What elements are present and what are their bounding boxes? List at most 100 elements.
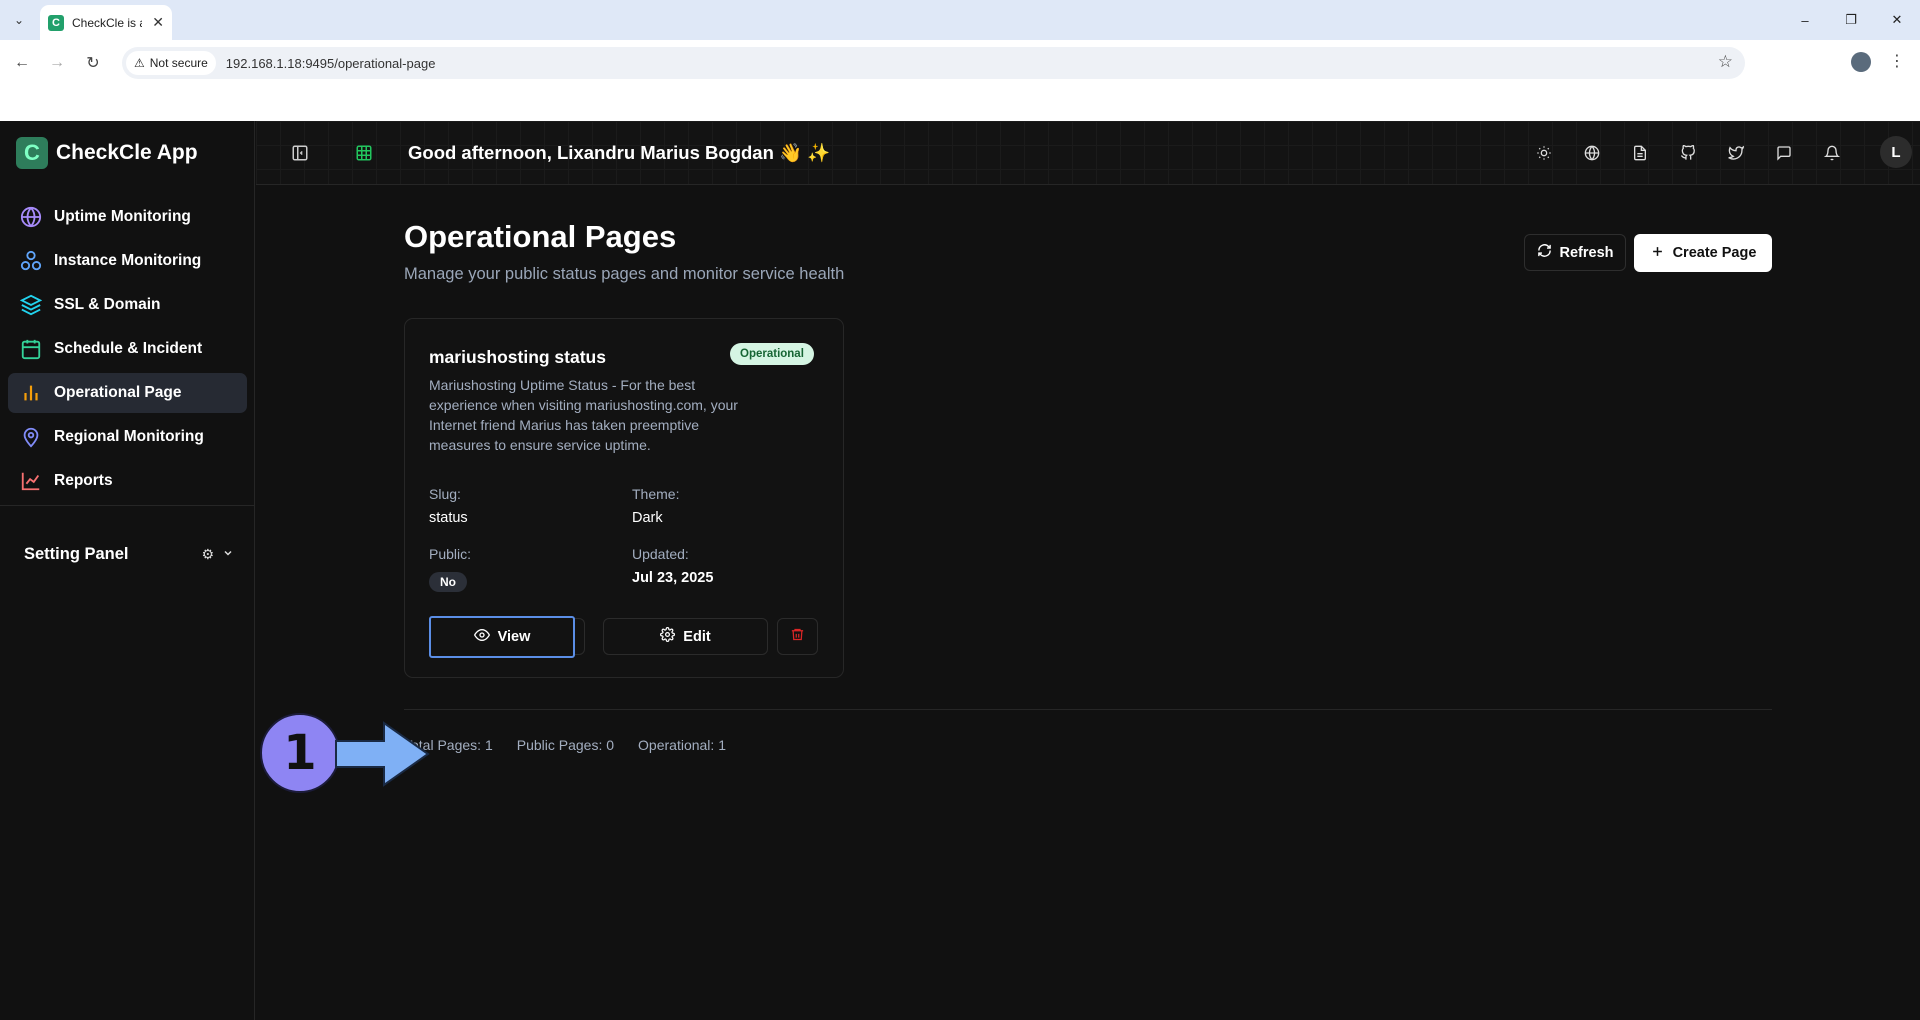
sidebar-item-operational-page[interactable]: Operational Page <box>8 373 247 413</box>
warning-icon: ⚠ <box>134 56 145 70</box>
browser-blank-strip <box>0 86 1920 121</box>
view-button[interactable]: View <box>429 616 575 658</box>
reload-icon[interactable]: ↻ <box>81 51 105 75</box>
card-title: mariushosting status <box>429 347 606 367</box>
tab-title: CheckCle is a <box>72 15 142 30</box>
language-globe-icon[interactable] <box>1577 138 1607 168</box>
line-chart-icon <box>20 470 42 492</box>
github-icon[interactable] <box>1673 138 1703 168</box>
map-pin-icon <box>20 426 42 448</box>
browser-tab[interactable]: C CheckCle is a ✕ <box>40 5 172 40</box>
updated-value: Jul 23, 2025 <box>632 570 714 586</box>
card-description: Mariushosting Uptime Status - For the be… <box>429 377 738 453</box>
edit-button[interactable]: Edit <box>603 618 768 655</box>
sidebar-item-label: Schedule & Incident <box>54 340 203 357</box>
sidebar-item-label: Reports <box>54 472 113 489</box>
url-text: 192.168.1.18:9495/operational-page <box>225 55 436 71</box>
sidebar-toggle-icon[interactable] <box>288 141 312 165</box>
create-page-label: Create Page <box>1672 245 1757 261</box>
bar-chart-icon <box>20 382 42 404</box>
setting-panel-icons: ⚙ <box>201 546 234 563</box>
stats-summary: Total Pages: 1 Public Pages: 0 Operation… <box>404 737 726 753</box>
trash-icon <box>790 627 805 647</box>
layers-icon <box>20 294 42 316</box>
restore-icon[interactable]: ❐ <box>1828 0 1874 40</box>
chevron-down-icon <box>222 546 234 563</box>
tab-search-chevron-icon[interactable]: ⌄ <box>9 10 29 30</box>
delete-button[interactable] <box>777 618 818 655</box>
page-title: Operational Pages <box>404 219 677 254</box>
sidebar-item-label: SSL & Domain <box>54 296 161 313</box>
bookmark-star-icon[interactable]: ☆ <box>1718 52 1733 72</box>
app-root: C CheckCle App Uptime Monitoring Instanc… <box>0 121 1920 1020</box>
address-bar[interactable]: ⚠ Not secure 192.168.1.18:9495/operation… <box>122 47 1745 79</box>
eye-icon <box>473 627 490 647</box>
sidebar-item-label: Operational Page <box>54 384 182 401</box>
sidebar-item-ssl-domain[interactable]: SSL & Domain <box>8 285 247 325</box>
browser-profile-avatar[interactable] <box>1851 52 1871 72</box>
calendar-icon <box>20 338 42 360</box>
brand-name: CheckCle App <box>56 141 198 164</box>
create-page-button[interactable]: Create Page <box>1634 234 1772 272</box>
top-header: Good afternoon, Lixandru Marius Bogdan 👋… <box>256 121 1920 185</box>
theme-sun-icon[interactable] <box>1529 138 1559 168</box>
updated-label: Updated: <box>632 546 689 562</box>
slug-value: status <box>429 510 468 526</box>
browser-toolbar: ← → ↻ ⚠ Not secure 192.168.1.18:9495/ope… <box>0 40 1920 86</box>
page-subtitle: Manage your public status pages and moni… <box>404 265 845 283</box>
gear-icon: ⚙ <box>201 546 214 562</box>
security-indicator[interactable]: ⚠ Not secure <box>126 51 216 75</box>
browser-tab-bar: ⌄ C CheckCle is a ✕ – ❐ ✕ <box>0 0 1920 40</box>
theme-value: Dark <box>632 510 663 526</box>
sidebar-divider <box>0 505 255 506</box>
refresh-button[interactable]: Refresh <box>1524 234 1626 271</box>
checkcle-favicon-icon: C <box>48 14 64 31</box>
sidebar-nav: Uptime Monitoring Instance Monitoring SS… <box>8 197 247 505</box>
slug-label: Slug: <box>429 486 461 502</box>
gear-icon <box>660 627 676 646</box>
stat-operational: Operational: 1 <box>638 737 726 753</box>
edit-label: Edit <box>683 628 711 645</box>
status-badge: Operational <box>730 343 814 365</box>
globe-icon <box>20 206 42 228</box>
step-arrow-icon <box>335 721 430 787</box>
sidebar-item-label: Regional Monitoring <box>54 428 204 445</box>
sidebar-item-label: Instance Monitoring <box>54 252 202 269</box>
sidebar-item-regional-monitoring[interactable]: Regional Monitoring <box>8 417 247 457</box>
theme-label: Theme: <box>632 486 680 502</box>
chat-message-icon[interactable] <box>1769 138 1799 168</box>
refresh-label: Refresh <box>1559 244 1614 261</box>
sidebar-item-schedule-incident[interactable]: Schedule & Incident <box>8 329 247 369</box>
twitter-icon[interactable] <box>1721 138 1751 168</box>
notification-bell-icon[interactable] <box>1817 138 1847 168</box>
window-controls: – ❐ ✕ <box>1782 0 1920 40</box>
close-window-icon[interactable]: ✕ <box>1874 0 1920 40</box>
brand[interactable]: C CheckCle App <box>16 137 198 169</box>
sidebar: C CheckCle App Uptime Monitoring Instanc… <box>0 121 255 1020</box>
step-number-badge: 1 <box>260 713 340 793</box>
content-divider <box>404 709 1772 710</box>
tab-close-icon[interactable]: ✕ <box>152 14 164 31</box>
plus-icon <box>1650 244 1665 263</box>
public-badge: No <box>429 572 467 592</box>
checkcle-logo-icon: C <box>16 137 48 169</box>
docs-file-icon[interactable] <box>1625 138 1655 168</box>
sidebar-item-instance-monitoring[interactable]: Instance Monitoring <box>8 241 247 281</box>
back-icon[interactable]: ← <box>10 51 34 75</box>
status-page-card: mariushosting status Operational Mariush… <box>404 318 844 678</box>
user-avatar[interactable]: L <box>1880 136 1912 168</box>
setting-panel-label: Setting Panel <box>24 545 129 563</box>
sidebar-item-uptime-monitoring[interactable]: Uptime Monitoring <box>8 197 247 237</box>
stat-public-pages: Public Pages: 0 <box>516 737 615 753</box>
setting-panel-toggle[interactable]: Setting Panel ⚙ <box>24 545 234 564</box>
refresh-icon <box>1537 243 1552 262</box>
boxes-icon <box>20 250 42 272</box>
security-label: Not secure <box>149 56 208 70</box>
sidebar-item-reports[interactable]: Reports <box>8 461 247 501</box>
sidebar-item-label: Uptime Monitoring <box>54 208 191 225</box>
grid-table-icon[interactable] <box>352 141 376 165</box>
public-label: Public: <box>429 546 472 562</box>
browser-menu-icon[interactable]: ⋮ <box>1889 51 1905 71</box>
forward-icon[interactable]: → <box>45 51 69 75</box>
minimize-icon[interactable]: – <box>1782 0 1828 40</box>
